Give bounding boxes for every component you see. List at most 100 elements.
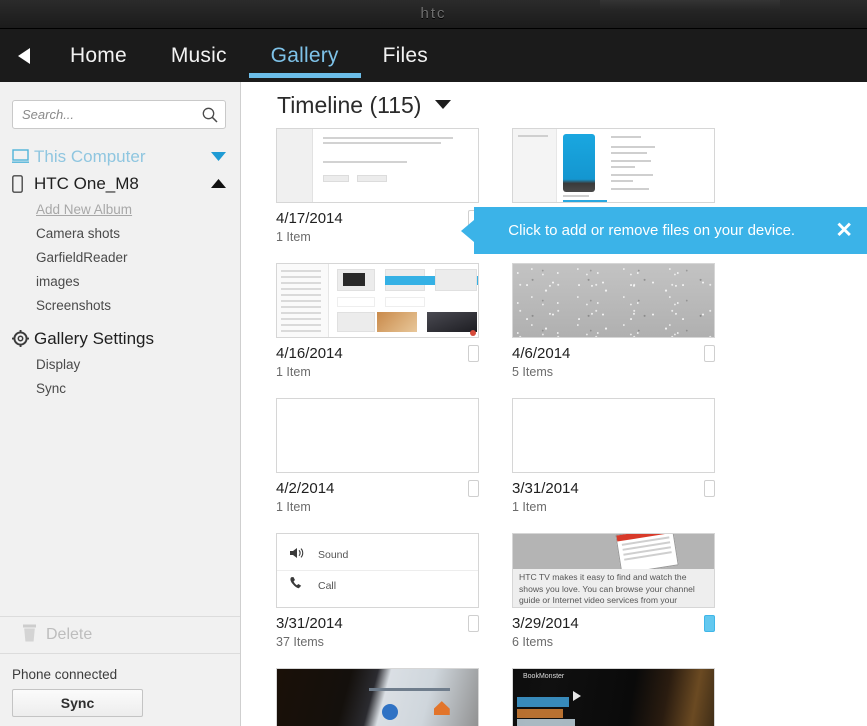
sidebar-item-camera-shots[interactable]: Camera shots bbox=[0, 221, 240, 245]
item-count: 5 Items bbox=[512, 365, 553, 379]
list-item[interactable]: 3/31/2014 1 Item bbox=[512, 398, 748, 514]
thumbnail[interactable] bbox=[512, 398, 715, 473]
sync-label: Sync bbox=[36, 380, 67, 396]
chevron-down-icon[interactable] bbox=[211, 148, 226, 166]
sidebar-tree: This Computer HTC One_M8 Add New Album C… bbox=[0, 143, 240, 400]
sidebar-item-screenshots[interactable]: Screenshots bbox=[0, 293, 240, 317]
nav-tabs: Home Music Gallery Files bbox=[48, 29, 450, 82]
on-device-badge[interactable] bbox=[468, 615, 479, 632]
item-meta: 4/16/2014 1 Item bbox=[276, 345, 479, 379]
on-device-badge[interactable] bbox=[704, 480, 715, 497]
list-item[interactable]: Sound Call 3/31/2014 37 Items bbox=[276, 533, 512, 649]
on-device-badge[interactable] bbox=[468, 480, 479, 497]
sidebar-divider-bottom bbox=[0, 653, 240, 654]
delete-button[interactable]: Delete bbox=[0, 617, 240, 653]
thumbnail-art-htctv: HTC TV makes it easy to find and watch t… bbox=[513, 534, 714, 607]
sidebar-item-device[interactable]: HTC One_M8 bbox=[0, 170, 240, 197]
phone-handset-icon bbox=[289, 576, 304, 595]
monitor-icon bbox=[12, 149, 34, 164]
list-item[interactable]: 3/14/2014 6 Items bbox=[276, 668, 512, 726]
list-item[interactable]: 4/16/2014 1 Item bbox=[276, 263, 512, 379]
main-content: Timeline (115) 4/17/2014 1 Item 4/16/201… bbox=[241, 82, 867, 726]
connection-status: Phone connected bbox=[12, 667, 118, 682]
search-box[interactable] bbox=[12, 100, 226, 129]
camera-shots-label: Camera shots bbox=[36, 225, 121, 241]
item-date: 4/2/2014 bbox=[276, 480, 335, 497]
thumbnail[interactable] bbox=[512, 128, 715, 203]
thumbnail-art-product bbox=[513, 129, 714, 202]
search-input[interactable] bbox=[22, 107, 201, 122]
thumbnail[interactable] bbox=[276, 668, 479, 726]
sidebar-item-gallery-settings[interactable]: Gallery Settings bbox=[0, 325, 240, 352]
list-item[interactable]: 4/6/2014 5 Items bbox=[512, 263, 748, 379]
close-icon[interactable]: ✕ bbox=[835, 220, 853, 241]
sidebar-item-sync[interactable]: Sync bbox=[0, 376, 240, 400]
item-meta: 4/17/2014 1 Item bbox=[276, 210, 479, 244]
tooltip-text: Click to add or remove files on your dev… bbox=[508, 222, 796, 239]
item-meta: 4/6/2014 5 Items bbox=[512, 345, 715, 379]
sidebar-item-display[interactable]: Display bbox=[0, 352, 240, 376]
chevron-up-icon[interactable] bbox=[211, 175, 226, 193]
thumbnail[interactable] bbox=[276, 128, 479, 203]
this-computer-label: This Computer bbox=[34, 146, 146, 166]
tab-music[interactable]: Music bbox=[149, 29, 249, 82]
sidebar-item-garfieldreader[interactable]: GarfieldReader bbox=[0, 245, 240, 269]
main-header: Timeline (115) bbox=[241, 82, 867, 128]
sidebar-item-this-computer[interactable]: This Computer bbox=[0, 143, 240, 170]
sidebar-item-add-new-album[interactable]: Add New Album bbox=[0, 197, 240, 221]
thumbnail-art-photo: BookMonster bbox=[513, 669, 714, 726]
back-arrow-icon[interactable] bbox=[0, 29, 48, 82]
tab-gallery[interactable]: Gallery bbox=[248, 29, 361, 82]
thumbnail[interactable]: Sound Call bbox=[276, 533, 479, 608]
settings-row-sound-label: Sound bbox=[318, 549, 349, 561]
item-date: 4/16/2014 bbox=[276, 345, 343, 362]
title-bar: htc bbox=[0, 0, 867, 29]
thumbnail-art-photo bbox=[277, 669, 478, 726]
thumbnail-art-document bbox=[277, 129, 478, 202]
thumbnail-art-texture bbox=[513, 264, 714, 337]
list-item[interactable]: BookMonster 3/6/2014 3 Items bbox=[512, 668, 748, 726]
item-count: 1 Item bbox=[276, 365, 311, 379]
thumbnail[interactable] bbox=[512, 263, 715, 338]
item-count: 1 Item bbox=[276, 230, 311, 244]
search-icon[interactable] bbox=[201, 106, 219, 124]
tab-files-label: Files bbox=[382, 43, 428, 67]
thumbnail-art-blank bbox=[513, 399, 714, 472]
settings-row-call: Call bbox=[277, 570, 478, 600]
display-label: Display bbox=[36, 356, 81, 372]
thumbnail[interactable]: BookMonster bbox=[512, 668, 715, 726]
list-item[interactable]: HTC TV makes it easy to find and watch t… bbox=[512, 533, 748, 649]
gallery-settings-label: Gallery Settings bbox=[34, 328, 154, 348]
on-device-badge[interactable] bbox=[704, 345, 715, 362]
tab-home[interactable]: Home bbox=[48, 29, 149, 82]
caret-down-icon[interactable] bbox=[435, 96, 452, 114]
sync-button[interactable]: Sync bbox=[12, 689, 143, 717]
images-label: images bbox=[36, 273, 80, 289]
app-window: htc Home Music Gallery Files Search... T… bbox=[0, 0, 867, 726]
nav-bar: Home Music Gallery Files bbox=[0, 29, 867, 82]
item-meta: 3/29/2014 6 Items bbox=[512, 615, 715, 649]
tab-gallery-label: Gallery bbox=[270, 43, 339, 67]
item-date: 4/6/2014 bbox=[512, 345, 571, 362]
tooltip-callout: Click to add or remove files on your dev… bbox=[461, 207, 867, 254]
phone-icon bbox=[12, 174, 34, 193]
gear-icon bbox=[12, 330, 34, 347]
tv-caption: HTC TV makes it easy to find and watch t… bbox=[513, 569, 714, 607]
page-title: Timeline (115) bbox=[277, 91, 422, 118]
item-count: 37 Items bbox=[276, 635, 324, 649]
tab-files[interactable]: Files bbox=[361, 29, 450, 82]
thumbnail[interactable] bbox=[276, 398, 479, 473]
device-label: HTC One_M8 bbox=[34, 173, 139, 193]
item-count: 1 Item bbox=[512, 500, 547, 514]
add-new-album-label: Add New Album bbox=[36, 201, 133, 217]
settings-row-sound: Sound bbox=[277, 540, 478, 570]
thumbnail[interactable] bbox=[276, 263, 479, 338]
sidebar-item-images[interactable]: images bbox=[0, 269, 240, 293]
on-device-badge[interactable] bbox=[704, 615, 715, 632]
list-item[interactable]: 4/2/2014 1 Item bbox=[276, 398, 512, 514]
trash-icon bbox=[22, 624, 37, 647]
on-device-badge[interactable] bbox=[468, 345, 479, 362]
thumbnail-art-settings: Sound Call bbox=[277, 534, 478, 607]
item-meta: 3/31/2014 37 Items bbox=[276, 615, 479, 649]
thumbnail[interactable]: HTC TV makes it easy to find and watch t… bbox=[512, 533, 715, 608]
